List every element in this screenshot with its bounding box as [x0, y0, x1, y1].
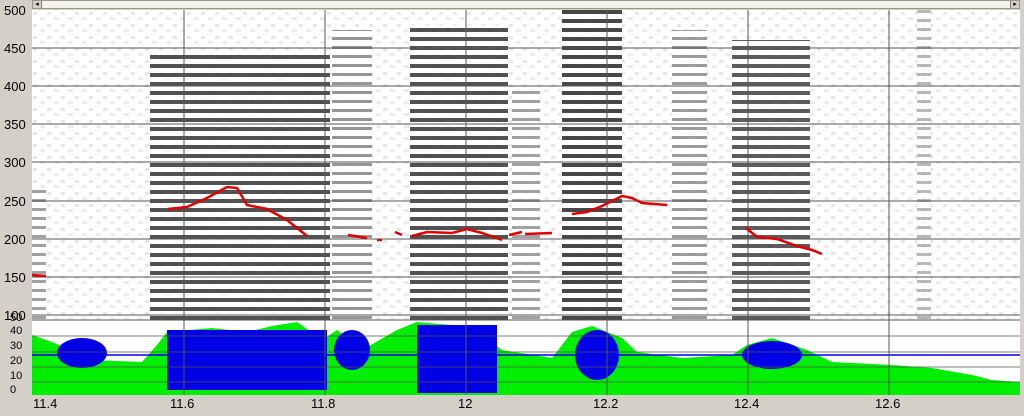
amp-tick-10: 10	[10, 370, 23, 382]
scroll-left-button[interactable]: ◂	[33, 1, 42, 8]
waveform-burst	[575, 330, 619, 380]
freq-tick-400: 400	[4, 79, 26, 94]
voiced-region	[917, 10, 931, 320]
time-tick-12-6: 12.6	[875, 396, 901, 411]
time-tick-11-6: 11.6	[170, 396, 195, 411]
pitch-contour	[31, 273, 47, 278]
pitch-contour	[524, 231, 553, 236]
voiced-region	[732, 40, 810, 320]
voiced-region	[150, 50, 330, 320]
amp-tick-30: 30	[10, 340, 23, 352]
scroll-right-button[interactable]: ▸	[1010, 1, 1019, 8]
voiced-region	[562, 10, 622, 320]
time-tick-12-4: 12.4	[734, 396, 760, 411]
freq-tick-200: 200	[4, 232, 26, 247]
amp-tick-20: 20	[10, 355, 23, 367]
horizontal-scrollbar[interactable]: ◂ ▸	[32, 0, 1020, 9]
time-tick-11-4: 11.4	[33, 396, 58, 411]
freq-tick-150: 150	[4, 270, 26, 285]
waveform-burst	[167, 330, 327, 390]
freq-tick-300: 300	[4, 155, 26, 170]
spectrogram-panel[interactable]	[31, 10, 1020, 395]
freq-tick-500: 500	[4, 3, 26, 18]
time-tick-12-2: 12.2	[593, 396, 619, 411]
spectrogram-energy	[32, 10, 1020, 320]
freq-tick-250: 250	[4, 194, 26, 209]
voiced-region	[32, 190, 46, 320]
spectrogram-plot	[31, 10, 1020, 395]
waveform-burst	[417, 325, 497, 393]
freq-tick-450: 450	[4, 41, 26, 56]
waveform-burst	[742, 341, 802, 369]
amp-tick-0: 0	[10, 384, 17, 396]
time-tick-11-8: 11.8	[311, 396, 336, 411]
freq-tick-350: 350	[4, 117, 26, 132]
time-tick-12: 12	[458, 396, 473, 411]
amp-tick-40: 40	[10, 325, 23, 337]
amp-tick-50: 50	[10, 312, 23, 324]
voiced-region	[410, 25, 508, 320]
waveform-burst	[57, 338, 107, 368]
